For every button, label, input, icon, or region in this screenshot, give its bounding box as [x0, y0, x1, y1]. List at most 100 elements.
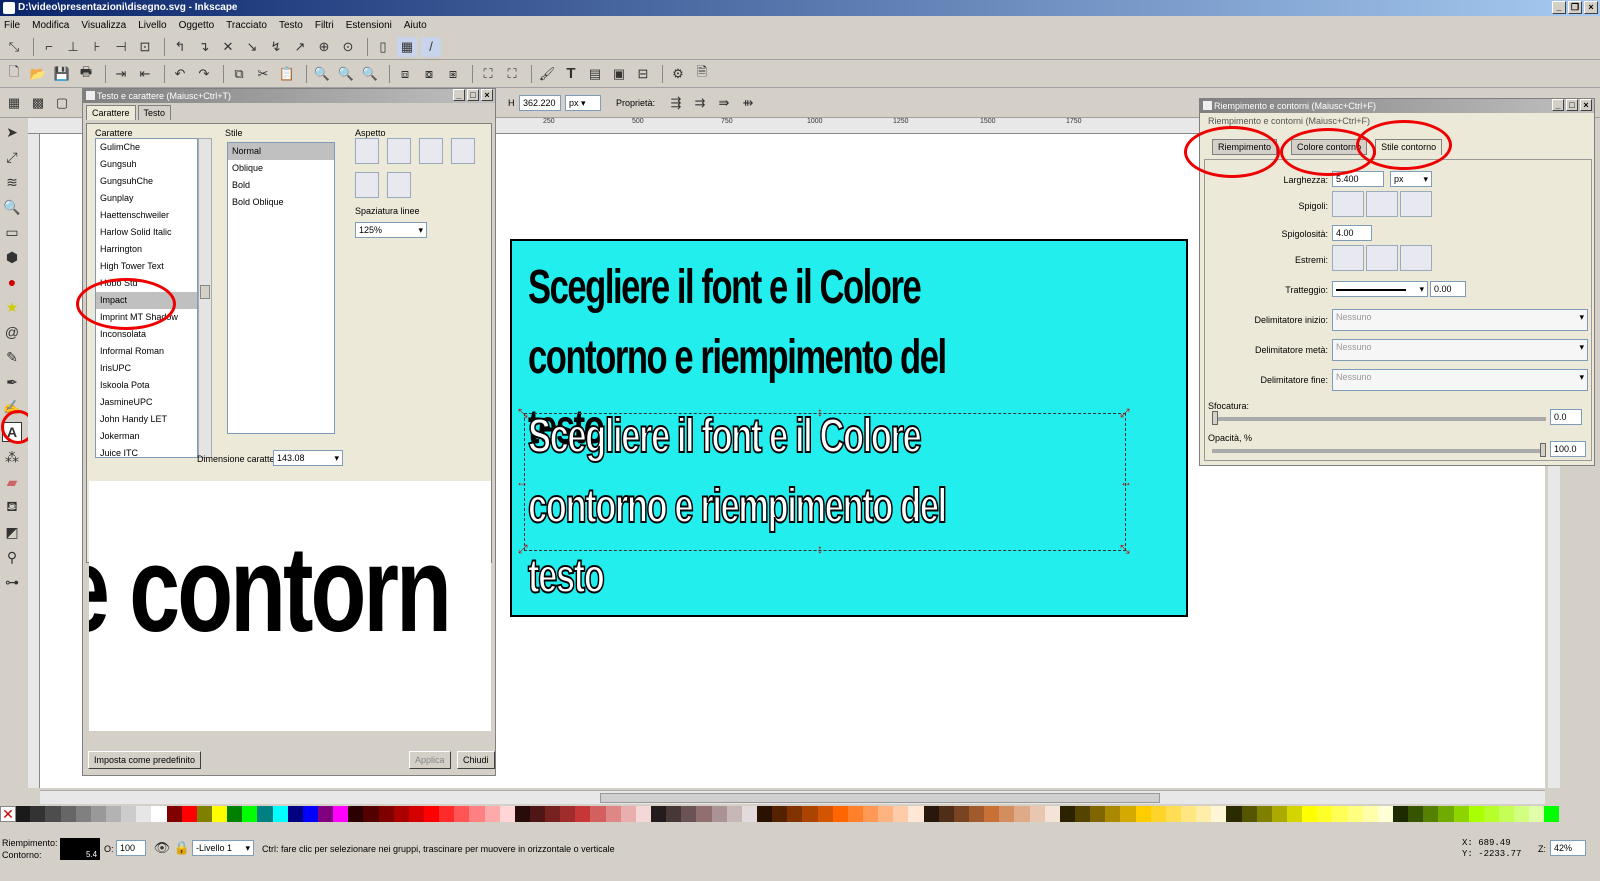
snap-center-icon[interactable]: ⊡ [135, 37, 155, 57]
close-window-button[interactable]: × [1584, 1, 1598, 14]
snap-edge-icon[interactable]: ⊥ [63, 37, 83, 57]
menu-livello[interactable]: Livello [138, 20, 166, 31]
font-list-scroll-thumb[interactable] [200, 285, 210, 299]
spray-tool-icon[interactable]: ⁂ [2, 447, 22, 467]
layer-lock-icon[interactable]: 🔒 [172, 838, 192, 858]
snap-nodes-icon[interactable]: ↰ [170, 37, 190, 57]
redo-icon[interactable]: ↷ [194, 64, 214, 84]
resize-handle-l[interactable]: ↔ [516, 475, 528, 489]
resize-handle-tl[interactable]: ⤡ [518, 406, 528, 421]
rectangle-tool-icon[interactable]: ▭ [2, 222, 22, 242]
ungroup-icon[interactable]: ⛶ [502, 64, 522, 84]
undo-icon[interactable]: ↶ [170, 64, 190, 84]
color-swatch[interactable] [1377, 806, 1393, 822]
eraser-tool-icon[interactable]: ▰ [2, 472, 22, 492]
square-cap-icon[interactable] [1400, 245, 1432, 271]
menu-tracciato[interactable]: Tracciato [226, 20, 267, 31]
color-swatch[interactable] [1498, 806, 1515, 822]
snap-page-icon[interactable]: ▯ [373, 37, 393, 57]
color-swatch[interactable] [90, 806, 106, 822]
node-tool-icon[interactable]: ⤢ [2, 147, 22, 167]
dash-pattern-select[interactable]: ▾ [1332, 281, 1428, 297]
zoom-page-icon[interactable]: 🔍 [360, 64, 380, 84]
font-list-item[interactable]: Jokerman [96, 428, 197, 445]
end-marker-select[interactable]: Nessuno ▾ [1332, 369, 1588, 391]
butt-cap-icon[interactable] [1332, 245, 1364, 271]
color-swatch[interactable] [1392, 806, 1409, 822]
color-swatch[interactable] [166, 806, 182, 822]
color-swatch[interactable] [1226, 806, 1242, 822]
snap-intersect-icon[interactable]: ✕ [218, 37, 238, 57]
resize-handle-b[interactable]: ↕ [817, 542, 823, 556]
font-list-item[interactable]: GulimChe [96, 139, 197, 156]
font-list-item[interactable]: Informal Roman [96, 343, 197, 360]
resize-handle-br[interactable]: ⤡ [1120, 542, 1130, 557]
color-swatch[interactable] [1286, 806, 1303, 822]
color-swatch[interactable] [1423, 806, 1439, 822]
zoom-selection-icon[interactable]: 🔍 [312, 64, 332, 84]
snap-guide-icon[interactable]: / [421, 36, 441, 57]
color-swatch[interactable] [423, 806, 440, 822]
font-list-item[interactable]: Iskoola Pota [96, 377, 197, 394]
color-swatch[interactable] [681, 806, 697, 822]
copy-icon[interactable]: ⧉ [229, 64, 249, 84]
fill-dialog-minimize[interactable]: _ [1552, 99, 1564, 111]
star-tool-icon[interactable]: ★ [2, 297, 22, 317]
color-swatch[interactable] [984, 806, 1000, 822]
color-swatch[interactable] [136, 806, 152, 822]
round-cap-icon[interactable] [1366, 245, 1398, 271]
snap-mid-icon[interactable]: ⊣ [111, 37, 131, 57]
color-swatch[interactable] [121, 806, 137, 822]
menu-testo[interactable]: Testo [279, 20, 303, 31]
color-swatch[interactable] [378, 806, 394, 822]
spiral-tool-icon[interactable]: @ [2, 322, 22, 342]
color-swatch[interactable] [741, 806, 758, 822]
style-list-item[interactable]: Oblique [228, 160, 334, 177]
unit-select[interactable]: px ▾ [565, 95, 601, 111]
color-swatch[interactable] [711, 806, 727, 822]
color-swatch[interactable] [605, 806, 621, 822]
status-opacity-input[interactable]: 100 [116, 840, 146, 856]
layer-visibility-icon[interactable]: 👁 [152, 838, 172, 858]
color-swatch[interactable] [1135, 806, 1151, 822]
dropper-tool-icon[interactable]: ⚲ [2, 547, 22, 567]
apply-button[interactable]: Applica [409, 751, 451, 769]
xml-editor-icon[interactable]: ▣ [609, 64, 629, 84]
miter-input[interactable]: 4.00 [1332, 225, 1372, 241]
color-swatch[interactable] [969, 806, 985, 822]
menu-file[interactable]: File [4, 20, 20, 31]
opacity-slider[interactable] [1212, 449, 1546, 453]
zoom-input[interactable]: 42% [1550, 840, 1586, 856]
color-swatch[interactable] [1196, 806, 1212, 822]
export-icon[interactable]: ⇤ [135, 64, 155, 84]
menu-modifica[interactable]: Modifica [32, 20, 69, 31]
duplicate-icon[interactable]: ⧈ [395, 64, 415, 84]
layer-select[interactable]: -Livello 1 ▾ [192, 840, 254, 856]
color-swatch[interactable] [363, 806, 379, 822]
minimize-button[interactable]: _ [1552, 1, 1566, 14]
3dbox-tool-icon[interactable]: ⬢ [2, 247, 22, 267]
color-swatch[interactable] [151, 806, 167, 822]
horizontal-scrollbar[interactable] [40, 790, 1545, 804]
color-swatch[interactable] [1074, 806, 1091, 822]
deselect-icon[interactable]: ▢ [52, 93, 72, 113]
preferences-icon[interactable]: ⚙ [668, 64, 688, 84]
resize-handle-tr[interactable]: ⤢ [1120, 406, 1130, 421]
select-all-icon[interactable]: ▦ [4, 93, 24, 113]
vertical-text-icon[interactable] [387, 172, 411, 198]
menu-estensioni[interactable]: Estensioni [346, 20, 392, 31]
color-swatch[interactable] [1165, 806, 1181, 822]
text-align-icon[interactable]: ⇶ [666, 93, 686, 113]
color-swatch[interactable] [878, 806, 894, 822]
snap-toggle-icon[interactable]: ⤡ [4, 37, 24, 57]
color-swatch[interactable] [30, 806, 46, 822]
color-swatch[interactable] [1029, 806, 1045, 822]
color-swatch[interactable] [181, 806, 197, 822]
text-dialog-maximize[interactable]: □ [467, 89, 479, 101]
color-swatch[interactable] [666, 806, 682, 822]
color-swatch[interactable] [1453, 806, 1469, 822]
dash-offset-input[interactable]: 0.00 [1430, 281, 1466, 297]
align-icon[interactable]: ⊟ [633, 64, 653, 84]
zoom-drawing-icon[interactable]: 🔍 [336, 64, 356, 84]
color-swatch[interactable] [317, 806, 334, 822]
